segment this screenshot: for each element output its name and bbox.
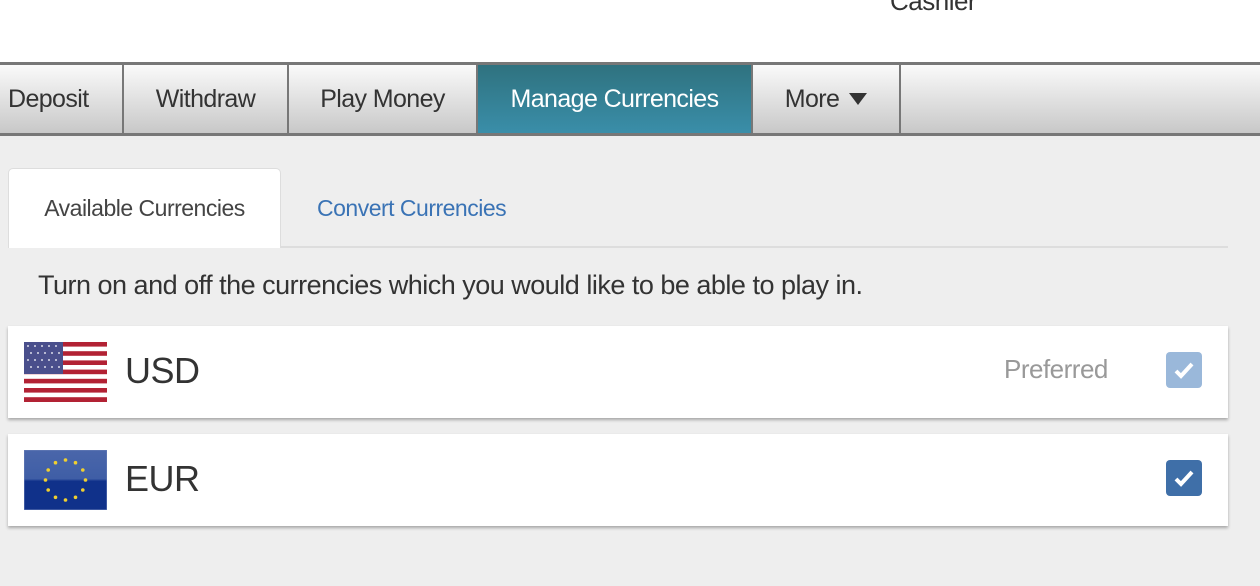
- description: Turn on and off the currencies which you…: [38, 270, 863, 300]
- currency-checkbox-eur[interactable]: [1166, 460, 1202, 496]
- header: Cashier: [0, 0, 1260, 62]
- currency-row-usd: USD Preferred: [8, 326, 1228, 418]
- checkmark-icon: [1174, 362, 1194, 379]
- currency-row-eur: EUR: [8, 434, 1228, 526]
- sub-tabs: Available Currencies Convert Currencies: [8, 168, 1228, 248]
- us-flag-icon: [24, 342, 107, 402]
- nav-more-label: More: [784, 84, 840, 113]
- currency-code: EUR: [125, 458, 200, 499]
- checkmark-icon: [1174, 470, 1194, 487]
- caret-down-icon: [849, 93, 868, 105]
- preferred-label: Preferred: [1004, 354, 1108, 384]
- nav-play-money[interactable]: Play Money: [289, 65, 478, 133]
- currency-checkbox-usd[interactable]: [1166, 352, 1202, 388]
- eu-flag-icon: [24, 450, 107, 510]
- nav-more[interactable]: More: [753, 65, 901, 133]
- tab-available-currencies[interactable]: Available Currencies: [8, 168, 281, 248]
- nav-manage-currencies[interactable]: Manage Currencies: [478, 65, 753, 133]
- page-title: Cashier: [890, 0, 977, 16]
- nav-withdraw[interactable]: Withdraw: [124, 65, 289, 133]
- currency-code: USD: [125, 350, 200, 391]
- main-nav: Deposit Withdraw Play Money Manage Curre…: [0, 62, 1260, 136]
- nav-deposit[interactable]: Deposit: [0, 65, 124, 133]
- tab-convert-currencies[interactable]: Convert Currencies: [317, 168, 507, 248]
